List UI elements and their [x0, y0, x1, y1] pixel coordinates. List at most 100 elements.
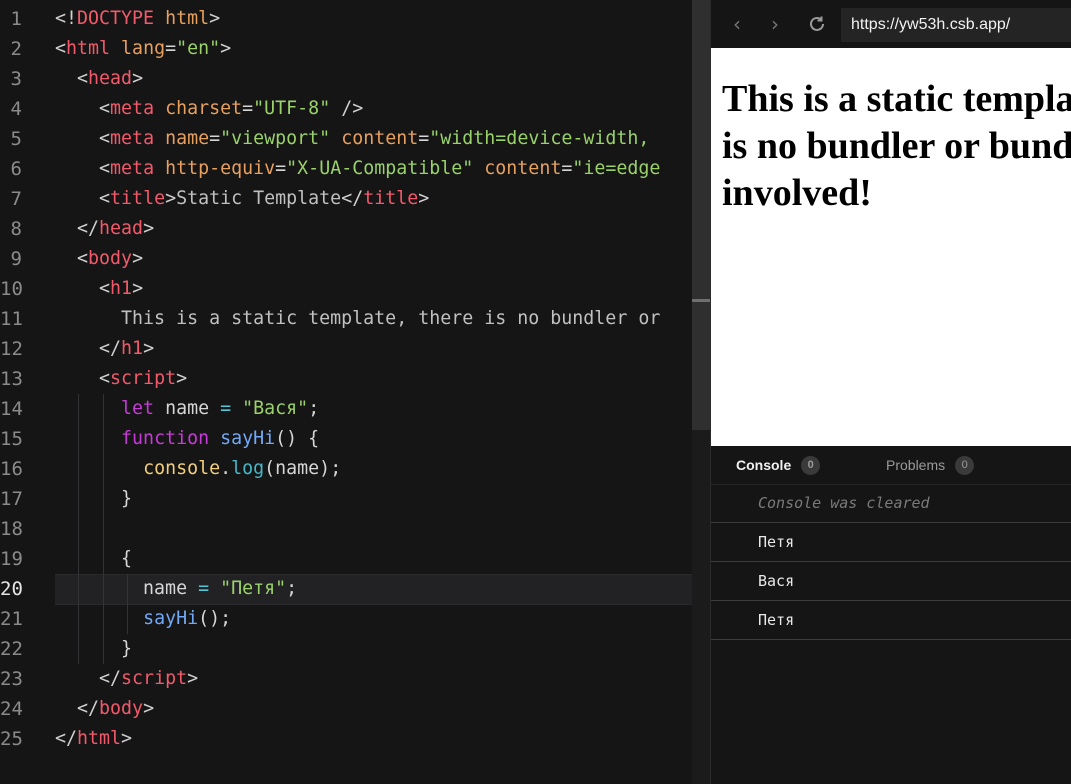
code-line[interactable]: 6 <meta http-equiv="X-UA-Compatible" con…	[0, 154, 710, 184]
code-line[interactable]: 10 <h1>	[0, 274, 710, 304]
code-token: =	[242, 98, 254, 119]
code-token: <	[77, 248, 89, 269]
code-line[interactable]: 1 <!DOCTYPE html>	[0, 4, 710, 34]
code-token: console	[143, 458, 221, 479]
code-line[interactable]: 25 </html>	[0, 724, 710, 754]
code-token: >	[121, 728, 133, 749]
tab-console[interactable]: Console 0	[736, 447, 821, 484]
editor-scrollbar[interactable]	[692, 0, 710, 784]
code-token: body	[99, 698, 144, 719]
code-text: </body>	[55, 694, 154, 724]
tab-problems[interactable]: Problems 0	[886, 447, 975, 484]
code-token: sayHi	[209, 428, 276, 449]
code-token: html	[154, 8, 210, 29]
code-text: </h1>	[55, 334, 154, 364]
editor-scrollbar-thumb[interactable]	[692, 0, 710, 430]
code-token: <	[77, 68, 89, 89]
code-line[interactable]: 7 <title>Static Template</title>	[0, 184, 710, 214]
problems-count-badge: 0	[955, 455, 975, 475]
code-token: ;	[286, 578, 298, 599]
code-token: <	[99, 368, 111, 389]
code-line[interactable]: 20 name = "Петя";	[0, 574, 710, 604]
code-text: <script>	[55, 364, 187, 394]
code-line[interactable]: 19 {	[0, 544, 710, 574]
code-line[interactable]: 17 }	[0, 484, 710, 514]
line-number: 1	[10, 8, 22, 30]
code-token: log	[231, 458, 265, 479]
line-number: 21	[0, 608, 23, 630]
code-token: <	[55, 38, 67, 59]
line-number: 11	[0, 308, 23, 330]
code-line[interactable]: 18	[0, 514, 710, 544]
code-line[interactable]: 11 This is a static template, there is n…	[0, 304, 710, 334]
code-token: >	[132, 68, 144, 89]
code-line[interactable]: 12 </h1>	[0, 334, 710, 364]
line-number: 23	[0, 668, 23, 690]
code-line[interactable]: 15 function sayHi() {	[0, 424, 710, 454]
code-token: let	[121, 398, 155, 419]
code-line[interactable]: 8 </head>	[0, 214, 710, 244]
code-token: This is a static template, there is no b…	[55, 308, 661, 329]
line-number: 18	[0, 518, 23, 540]
code-text: <body>	[55, 244, 143, 274]
code-token: "UTF-8"	[253, 98, 331, 119]
code-line[interactable]: 9 <body>	[0, 244, 710, 274]
code-text: <meta name="viewport" content="width=dev…	[55, 124, 649, 154]
code-line[interactable]: 3 <head>	[0, 64, 710, 94]
code-line[interactable]: 13 <script>	[0, 364, 710, 394]
code-token: =	[561, 158, 573, 179]
code-line[interactable]: 21 sayHi();	[0, 604, 710, 634]
code-token: }	[55, 488, 133, 509]
code-text: {	[55, 544, 132, 574]
code-token: Static Template	[176, 188, 342, 209]
code-line[interactable]: 22 }	[0, 634, 710, 664]
console-cleared-message: Console was cleared	[711, 484, 1071, 523]
code-line[interactable]: 2 <html lang="en">	[0, 34, 710, 64]
address-bar[interactable]: https://yw53h.csb.app/	[841, 8, 1071, 42]
code-text: <h1>	[55, 274, 143, 304]
chevron-right-icon[interactable]: ›	[763, 12, 787, 36]
reload-icon[interactable]	[805, 12, 829, 36]
code-token: h1	[110, 278, 133, 299]
code-token: "X-UA-Compatible"	[286, 158, 474, 179]
code-token: script	[110, 368, 177, 389]
line-number: 4	[10, 98, 22, 120]
code-token: head	[88, 68, 133, 89]
code-line[interactable]: 24 </body>	[0, 694, 710, 724]
code-token: </	[77, 218, 100, 239]
console-tabs: Console 0 Problems 0	[711, 447, 1071, 485]
code-token: name	[154, 128, 210, 149]
code-token: }	[55, 638, 133, 659]
chevron-left-icon[interactable]: ‹	[725, 12, 749, 36]
code-token: >	[220, 38, 232, 59]
code-editor[interactable]: 1 <!DOCTYPE html> 2 <html lang="en"> 3 <head…	[0, 0, 710, 784]
line-number: 20	[0, 578, 23, 600]
line-number: 5	[10, 128, 22, 150]
console-log-entry: Петя	[711, 523, 1071, 562]
console-log-entry: Вася	[711, 562, 1071, 601]
code-token: />	[330, 98, 364, 119]
code-token: content	[473, 158, 562, 179]
code-text: </head>	[55, 214, 154, 244]
code-line[interactable]: 4 <meta charset="UTF-8" />	[0, 94, 710, 124]
code-token: >	[143, 338, 155, 359]
code-text: <head>	[55, 64, 143, 94]
code-token: >	[132, 278, 144, 299]
code-text: sayHi();	[55, 604, 231, 634]
code-token: ;	[308, 398, 320, 419]
code-line[interactable]: 16 console.log(name);	[0, 454, 710, 484]
line-number: 16	[0, 458, 23, 480]
code-line[interactable]: 14 let name = "Вася";	[0, 394, 710, 424]
code-token: html	[77, 728, 122, 749]
code-line[interactable]: 5 <meta name="viewport" content="width=d…	[0, 124, 710, 154]
code-line[interactable]: 23 </script>	[0, 664, 710, 694]
